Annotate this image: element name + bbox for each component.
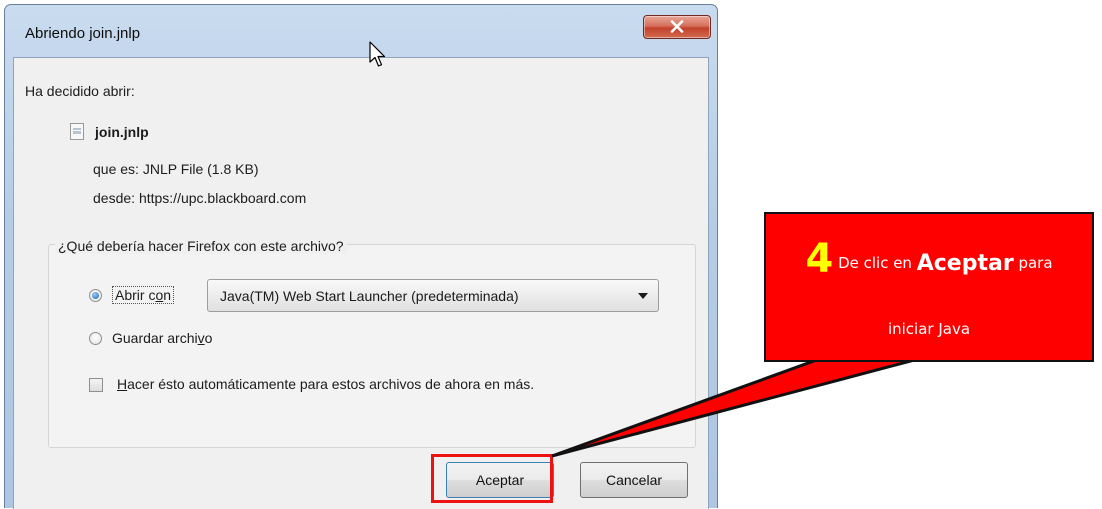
instruction-callout: 4 De clic en Aceptar para iniciar Java [764,212,1094,362]
callout-text-before: De clic en [838,254,912,272]
callout-line-1: 4 De clic en Aceptar para [766,236,1092,282]
callout-step-number: 4 [805,236,834,282]
callout-text-after: para [1018,254,1053,272]
callout-line-2: iniciar Java [887,320,971,338]
callout-text-bold: Aceptar [916,251,1014,276]
